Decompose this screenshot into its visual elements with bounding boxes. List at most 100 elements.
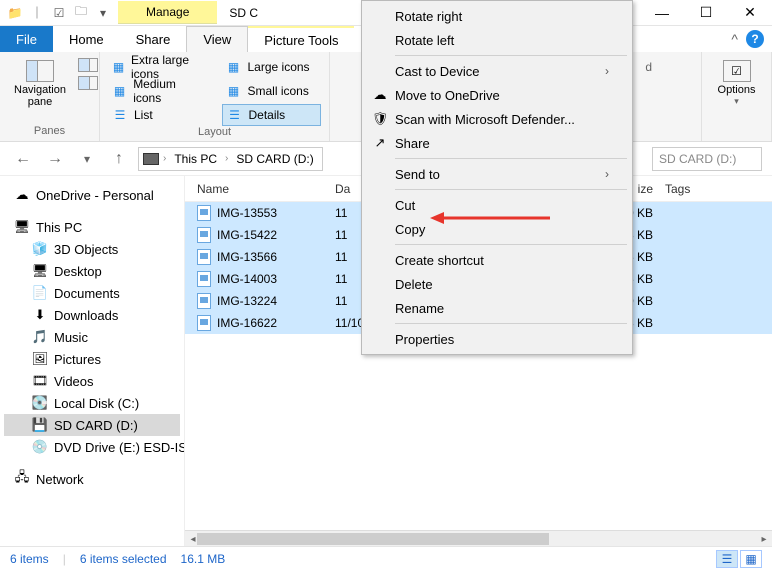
navigation-pane-icon	[26, 60, 54, 82]
scroll-right-icon[interactable]: ▸	[756, 531, 772, 547]
share-icon: ↗	[371, 134, 389, 152]
tree-music[interactable]: 🎵Music	[4, 326, 180, 348]
tree-this-pc[interactable]: 🖥This PC	[4, 216, 180, 238]
tree-network[interactable]: 🖧Network	[4, 468, 180, 490]
ctx-send-to[interactable]: Send to›	[365, 162, 629, 186]
breadcrumb-sd-card[interactable]: SD CARD (D:)	[232, 152, 317, 166]
layout-extra-large[interactable]: ▦Extra large icons	[108, 56, 208, 78]
image-file-icon	[197, 271, 211, 287]
status-item-count: 6 items	[10, 552, 49, 566]
layout-medium[interactable]: ▦Medium icons	[108, 80, 208, 102]
ctx-rotate-right[interactable]: Rotate right	[365, 4, 629, 28]
ctx-share[interactable]: ↗Share	[365, 131, 629, 155]
tree-sd-card[interactable]: 💾SD CARD (D:)	[4, 414, 180, 436]
disc-icon: 💿	[32, 439, 48, 455]
preview-pane-icon[interactable]	[78, 58, 98, 72]
layout-large[interactable]: ▦Large icons	[222, 56, 322, 78]
ctx-rename[interactable]: Rename	[365, 296, 629, 320]
recent-locations-button[interactable]: ▾	[74, 146, 100, 172]
navigation-tree: ☁OneDrive - Personal 🖥This PC 🧊3D Object…	[0, 176, 185, 546]
tree-dvd-drive[interactable]: 💿DVD Drive (E:) ESD-IS	[4, 436, 180, 458]
address-bar[interactable]: › This PC › SD CARD (D:)	[138, 147, 323, 171]
minimize-button[interactable]: —	[640, 0, 684, 26]
qat-dropdown-icon[interactable]: ▾	[94, 4, 112, 22]
grid-icon: ▦	[112, 83, 127, 99]
group-label-panes: Panes	[8, 125, 91, 139]
tab-share[interactable]: Share	[120, 26, 187, 52]
tree-local-disk[interactable]: 💽Local Disk (C:)	[4, 392, 180, 414]
manage-context-tab[interactable]: Manage	[118, 1, 217, 24]
ctx-delete[interactable]: Delete	[365, 272, 629, 296]
scroll-thumb[interactable]	[197, 533, 549, 545]
qat-sep-icon: ｜	[28, 4, 46, 22]
context-menu: Rotate right Rotate left Cast to Device›…	[361, 0, 633, 355]
tree-pictures[interactable]: 🖼Pictures	[4, 348, 180, 370]
layout-details[interactable]: ☰Details	[222, 104, 322, 126]
status-bar: 6 items | 6 items selected 16.1 MB ☰ ▦	[0, 546, 772, 570]
horizontal-scrollbar[interactable]: ◂ ▸	[185, 530, 772, 546]
navigation-pane-button[interactable]: Navigation pane	[8, 56, 72, 112]
quick-access-toolbar: 📁 ｜ ☑ 🗀 ▾	[0, 4, 118, 22]
grid-icon: ▦	[226, 59, 242, 75]
group-label-layout: Layout	[108, 126, 321, 140]
tab-picture-tools[interactable]: Picture Tools	[248, 26, 354, 52]
forward-button[interactable]: →	[42, 146, 68, 172]
details-pane-icon[interactable]	[78, 76, 98, 90]
ctx-move-onedrive[interactable]: ☁Move to OneDrive	[365, 83, 629, 107]
ctx-separator	[395, 158, 627, 159]
tree-videos[interactable]: 🎞Videos	[4, 370, 180, 392]
ctx-separator	[395, 189, 627, 190]
view-thumbnails-toggle[interactable]: ▦	[740, 550, 762, 568]
ctx-cast[interactable]: Cast to Device›	[365, 59, 629, 83]
help-icon[interactable]: ?	[746, 30, 764, 48]
checkbox-icon[interactable]: ☑	[50, 4, 68, 22]
image-file-icon	[197, 293, 211, 309]
ctx-rotate-left[interactable]: Rotate left	[365, 28, 629, 52]
ctx-properties[interactable]: Properties	[365, 327, 629, 351]
desktop-icon: 🖥	[32, 263, 48, 279]
options-button[interactable]: ☑ Options ▾	[710, 56, 763, 111]
layout-list[interactable]: ☰List	[108, 104, 208, 126]
up-button[interactable]: ↑	[106, 146, 132, 172]
details-icon: ☰	[227, 107, 243, 123]
maximize-button[interactable]: ☐	[684, 0, 728, 26]
disk-icon: 💽	[32, 395, 48, 411]
ribbon-collapse-icon[interactable]: ^	[731, 31, 738, 47]
tree-documents[interactable]: 📄Documents	[4, 282, 180, 304]
view-details-toggle[interactable]: ☰	[716, 550, 738, 568]
tree-onedrive[interactable]: ☁OneDrive - Personal	[4, 184, 180, 206]
image-file-icon	[197, 205, 211, 221]
breadcrumb-this-pc[interactable]: This PC	[170, 152, 221, 166]
tab-file[interactable]: File	[0, 26, 53, 52]
document-icon: 📄	[32, 285, 48, 301]
ctx-copy[interactable]: Copy	[365, 217, 629, 241]
ctx-create-shortcut[interactable]: Create shortcut	[365, 248, 629, 272]
layout-small[interactable]: ▦Small icons	[222, 80, 322, 102]
chevron-right-icon[interactable]: ›	[225, 153, 228, 164]
ribbon-group-layout: ▦Extra large icons ▦Large icons ▦Medium …	[100, 52, 330, 141]
tree-desktop[interactable]: 🖥Desktop	[4, 260, 180, 282]
cloud-icon: ☁	[14, 187, 30, 203]
search-input[interactable]: SD CARD (D:)	[652, 147, 762, 171]
back-button[interactable]: ←	[10, 146, 36, 172]
close-button[interactable]: ✕	[728, 0, 772, 26]
chevron-right-icon[interactable]: ›	[163, 153, 166, 164]
window-title: SD C	[217, 6, 270, 20]
tree-3d-objects[interactable]: 🧊3D Objects	[4, 238, 180, 260]
chevron-right-icon: ›	[605, 167, 609, 181]
grid-icon: ▦	[226, 83, 242, 99]
ctx-scan-defender[interactable]: 🛡Scan with Microsoft Defender...	[365, 107, 629, 131]
col-name[interactable]: Name	[185, 182, 335, 196]
window-controls: — ☐ ✕	[640, 0, 772, 26]
tree-downloads[interactable]: ⬇Downloads	[4, 304, 180, 326]
ctx-separator	[395, 55, 627, 56]
ctx-cut[interactable]: Cut	[365, 193, 629, 217]
video-icon: 🎞	[32, 373, 48, 389]
picture-icon: 🖼	[32, 351, 48, 367]
image-file-icon	[197, 227, 211, 243]
tab-home[interactable]: Home	[53, 26, 120, 52]
ribbon-group-options: ☑ Options ▾	[702, 52, 772, 141]
list-icon: ☰	[112, 107, 128, 123]
col-tags[interactable]: Tags	[665, 182, 745, 196]
tab-view[interactable]: View	[186, 26, 248, 52]
